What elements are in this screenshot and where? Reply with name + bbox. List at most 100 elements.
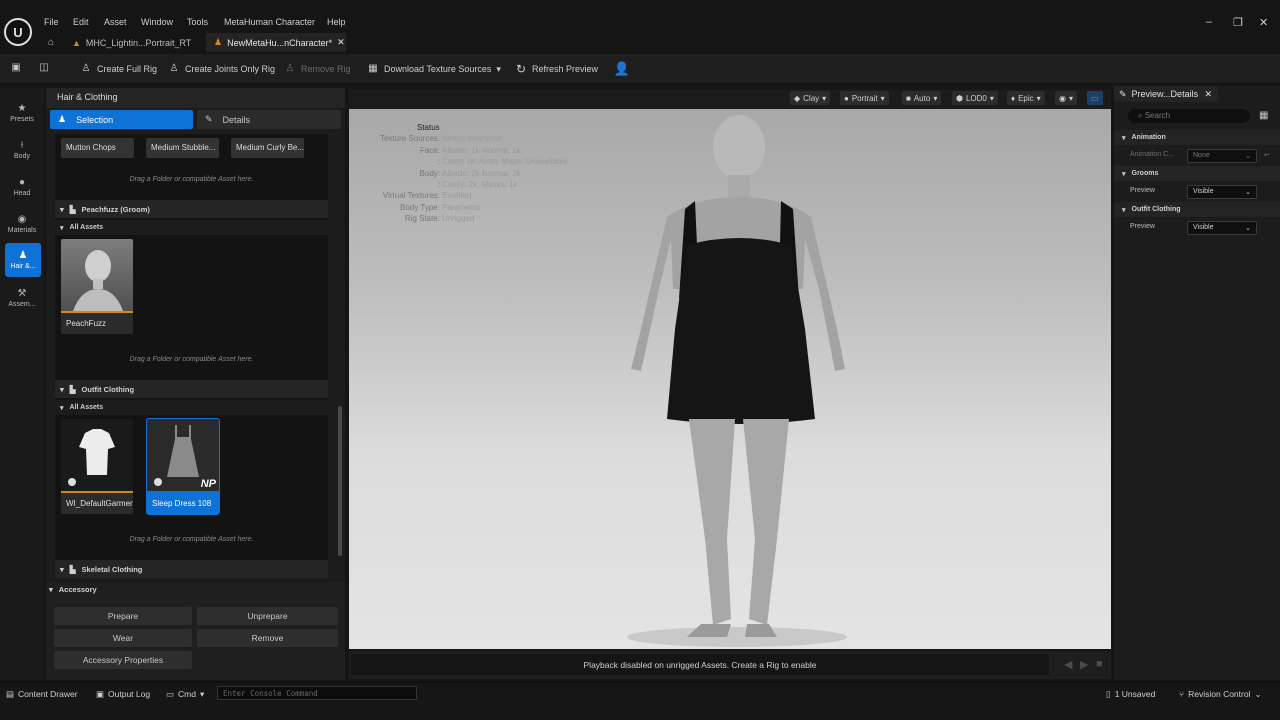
lighting-portrait-button[interactable]: ● Portrait ▾ bbox=[840, 91, 889, 105]
menu-window[interactable]: Window bbox=[141, 17, 173, 31]
view-mode-clay-button[interactable]: ◆ Clay ▾ bbox=[790, 91, 831, 105]
outfit-preview-row: Preview Visible ⌄ bbox=[1114, 219, 1280, 237]
nav-assembly[interactable]: ⚒ Assem... bbox=[2, 281, 42, 315]
status-row: : Cavity: 2k, Masks: 1k bbox=[437, 180, 518, 190]
nav-presets[interactable]: ★ Presets bbox=[2, 96, 42, 130]
refresh-preview-button[interactable]: ↻ Refresh Preview bbox=[515, 61, 598, 77]
menu-tools[interactable]: Tools bbox=[187, 17, 208, 31]
close-window-icon[interactable]: ✕ bbox=[1259, 16, 1268, 29]
nav-body[interactable]: ⍿ Body bbox=[2, 133, 42, 167]
all-assets-header[interactable]: ▾ All Assets bbox=[55, 400, 328, 415]
outfit-clothing-section-header[interactable]: ▾ ▙ Outfit Clothing bbox=[55, 380, 328, 398]
asset-chip[interactable]: Medium Curly Be... bbox=[231, 138, 304, 158]
np-badge: NP bbox=[200, 478, 216, 490]
nav-hair-clothing[interactable]: ♟ Hair &... bbox=[5, 243, 41, 277]
collapse-icon: ▾ bbox=[60, 404, 64, 412]
prepare-button[interactable]: Prepare bbox=[54, 607, 192, 625]
peachfuzz-tile[interactable]: PeachFuzz bbox=[61, 239, 133, 334]
lighting-asset-icon: ▲ bbox=[72, 37, 81, 48]
light-bulb-icon: ● bbox=[844, 93, 849, 103]
details-search-input[interactable]: ⌕ Search bbox=[1128, 109, 1250, 123]
menu-metahuman-character[interactable]: MetaHuman Character bbox=[224, 17, 315, 31]
eye-icon: ◉ bbox=[1059, 93, 1066, 103]
play-backward-icon[interactable]: ◀ bbox=[1064, 658, 1072, 671]
stop-icon[interactable]: ■ bbox=[1096, 658, 1103, 670]
all-assets-header[interactable]: ▾ All Assets bbox=[55, 220, 328, 235]
console-command-input[interactable]: Enter Console Command bbox=[217, 686, 417, 700]
close-tab-icon[interactable]: ✕ bbox=[1204, 89, 1212, 100]
create-full-rig-button[interactable]: ♙ Create Full Rig bbox=[80, 61, 158, 77]
animation-section[interactable]: ▾ Animation bbox=[1114, 130, 1280, 145]
nav-head[interactable]: ● Head bbox=[2, 170, 42, 204]
accessory-header[interactable]: ▾ Accessory bbox=[49, 585, 97, 594]
revision-control-button[interactable]: ⑂ Revision Control ⌄ bbox=[1179, 687, 1262, 701]
play-forward-icon[interactable]: ▶ bbox=[1080, 658, 1088, 671]
content-drawer-button[interactable]: ▤ Content Drawer bbox=[6, 687, 78, 701]
chevron-down-icon: ▾ bbox=[989, 93, 994, 103]
remove-rig-button[interactable]: ♙ Remove Rig bbox=[284, 61, 351, 77]
panel-title: Hair & Clothing bbox=[46, 88, 345, 108]
unprepare-button[interactable]: Unprepare bbox=[197, 607, 338, 625]
panel-scrollbar[interactable] bbox=[338, 406, 342, 556]
status-title: Status bbox=[417, 123, 440, 132]
chevron-down-icon: ▾ bbox=[822, 93, 827, 103]
collapse-icon: ▾ bbox=[1122, 134, 1126, 142]
wear-button[interactable]: Wear bbox=[54, 629, 192, 647]
nav-materials[interactable]: ◉ Materials bbox=[2, 207, 42, 241]
peachfuzz-thumbnail bbox=[61, 239, 133, 311]
menu-asset[interactable]: Asset bbox=[104, 17, 127, 31]
unreal-logo-icon[interactable]: U bbox=[4, 18, 32, 46]
grooms-preview-dropdown[interactable]: Visible ⌄ bbox=[1187, 185, 1257, 199]
maximize-icon[interactable]: ❐ bbox=[1233, 16, 1243, 29]
asset-chip[interactable]: Medium Stubble... bbox=[146, 138, 219, 158]
remove-button[interactable]: Remove bbox=[197, 629, 338, 647]
menu-file[interactable]: File bbox=[44, 17, 59, 31]
tab-details[interactable]: ✎ Details bbox=[197, 110, 341, 129]
status-row: : Cavity 1k: Anim. Maps: Unavailable bbox=[437, 157, 568, 167]
accessory-properties-button[interactable]: Accessory Properties bbox=[54, 651, 192, 669]
home-icon[interactable]: ⌂ bbox=[48, 37, 54, 48]
output-log-button[interactable]: ▣ Output Log bbox=[96, 687, 150, 701]
save-icon[interactable]: ▣ bbox=[10, 62, 22, 74]
visibility-button[interactable]: ◉ ▾ bbox=[1055, 91, 1077, 105]
hair-icon: ♟ bbox=[18, 250, 28, 261]
tab-new-metahuman-character[interactable]: ♟ NewMetaHu...nCharacter* ✕ bbox=[206, 33, 346, 52]
outfit-preview-dropdown[interactable]: Visible ⌄ bbox=[1187, 221, 1257, 235]
close-tab-icon[interactable]: ✕ bbox=[337, 37, 345, 48]
folder-icon: ▙ bbox=[69, 204, 76, 214]
sleep-dress-tile[interactable]: NP Sleep Dress 108 bbox=[146, 418, 220, 515]
cmd-dropdown[interactable]: ▭ Cmd ▾ bbox=[166, 687, 204, 701]
reset-icon[interactable]: ↩ bbox=[1264, 151, 1270, 159]
rig-icon: ♙ bbox=[81, 63, 91, 74]
browse-icon[interactable]: ◫ bbox=[38, 62, 50, 74]
lod-icon: ⬢ bbox=[956, 93, 963, 103]
camera-auto-button[interactable]: ■ Auto ▾ bbox=[902, 91, 942, 105]
default-garment-tile[interactable]: WI_DefaultGarment bbox=[61, 419, 133, 514]
animation-dropdown[interactable]: None ⌄ bbox=[1187, 149, 1257, 163]
unsaved-indicator[interactable]: ▯ 1 Unsaved bbox=[1106, 687, 1155, 701]
terminal-icon: ▭ bbox=[166, 688, 175, 699]
layout-icon[interactable]: ▭ bbox=[1087, 91, 1103, 105]
download-texture-sources-button[interactable]: ▦ Download Texture Sources ▾ bbox=[367, 61, 501, 77]
menu-edit[interactable]: Edit bbox=[73, 17, 89, 31]
quality-epic-button[interactable]: ♦ Epic ▾ bbox=[1007, 91, 1045, 105]
menu-help[interactable]: Help bbox=[327, 17, 346, 31]
tab-preview-details[interactable]: ✎ Preview...Details ✕ bbox=[1114, 86, 1218, 102]
lod-button[interactable]: ⬢ LOD0 ▾ bbox=[952, 91, 998, 105]
diamond-icon: ♦ bbox=[1011, 93, 1016, 103]
grid-view-icon[interactable]: ▦ bbox=[1259, 110, 1268, 121]
grooms-section[interactable]: ▾ Grooms bbox=[1114, 166, 1280, 181]
asset-chip[interactable]: Mutton Chops bbox=[61, 138, 134, 158]
create-joints-only-rig-button[interactable]: ♙ Create Joints Only Rig bbox=[168, 61, 276, 77]
tab-mhc-lighting[interactable]: ▲ MHC_Lightin...Portrait_RT bbox=[64, 33, 199, 52]
outfit-clothing-details-section[interactable]: ▾ Outfit Clothing bbox=[1114, 202, 1280, 217]
minimize-icon[interactable]: – bbox=[1206, 16, 1212, 28]
log-icon: ▣ bbox=[96, 688, 105, 699]
tab-selection[interactable]: ♟ Selection bbox=[50, 110, 193, 129]
user-icon[interactable]: 👤 bbox=[614, 60, 630, 76]
clay-icon: ◆ bbox=[794, 93, 801, 103]
skeletal-clothing-section-header[interactable]: ▾ ▙ Skeletal Clothing bbox=[55, 560, 328, 578]
collapse-icon: ▾ bbox=[1122, 206, 1126, 214]
peachfuzz-section-header[interactable]: ▾ ▙ Peachfuzz (Groom) bbox=[55, 200, 328, 218]
chevron-down-icon: ▾ bbox=[933, 93, 938, 103]
